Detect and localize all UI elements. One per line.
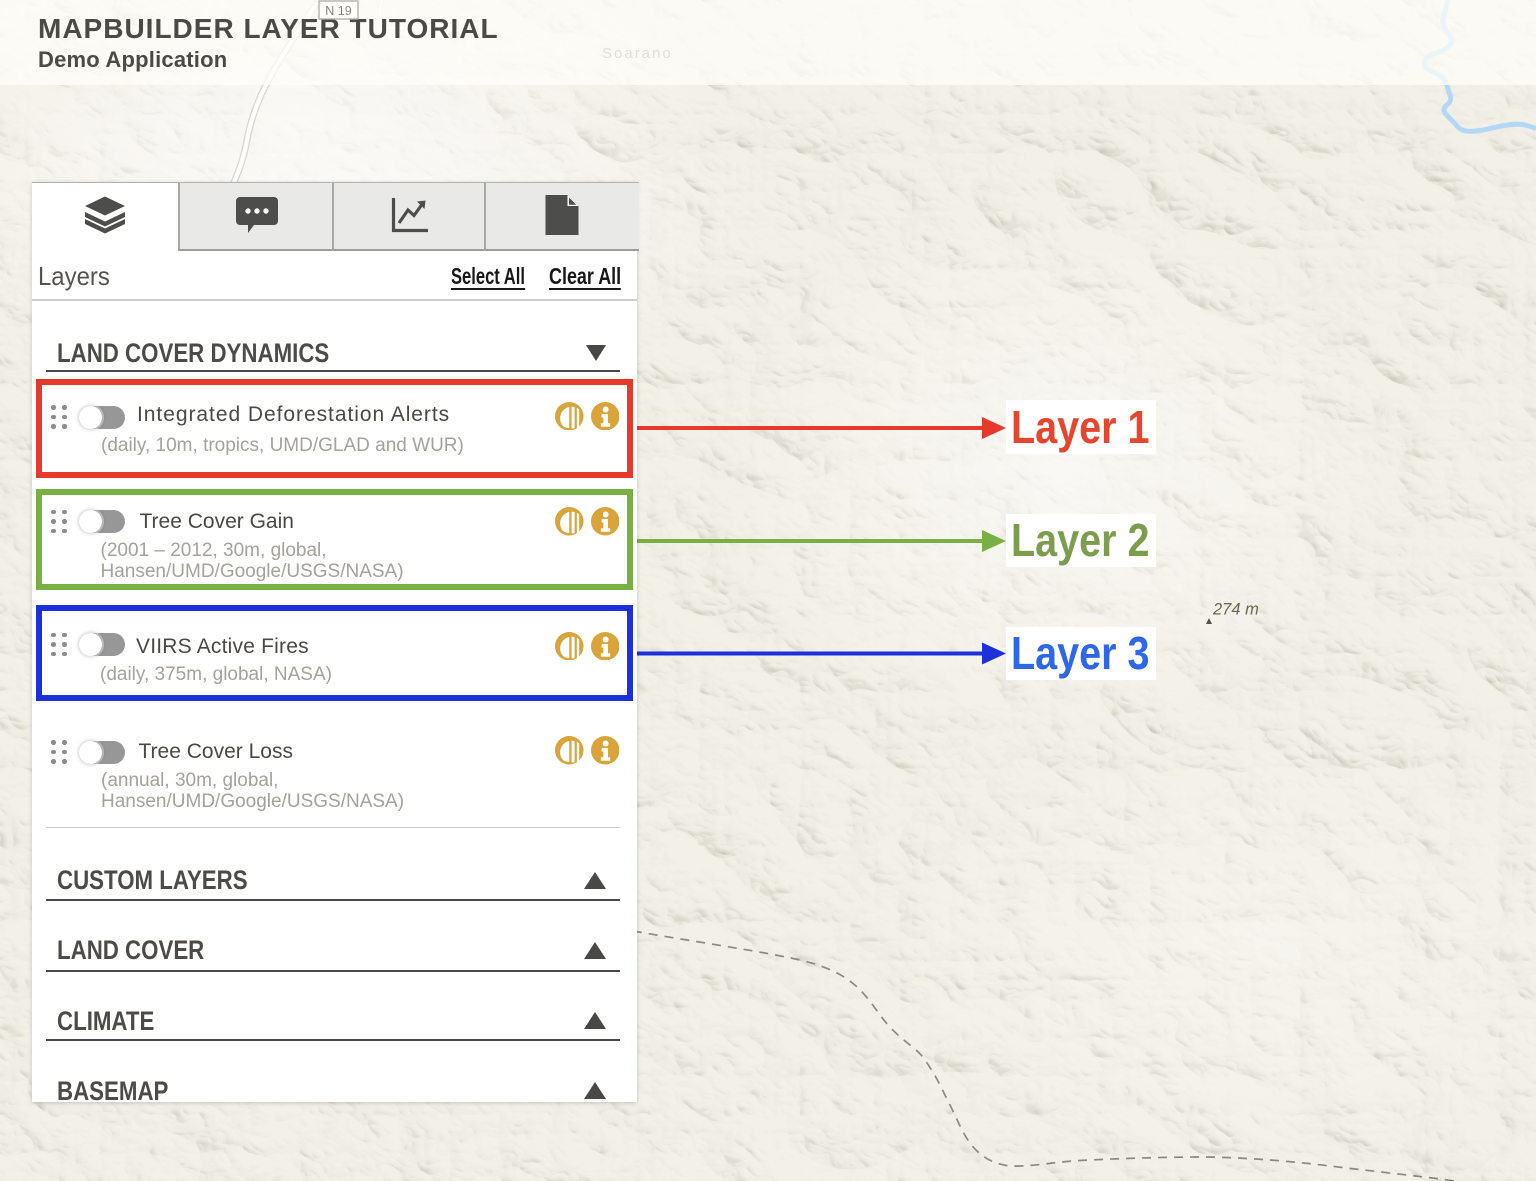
svg-text:274 m: 274 m [1212,601,1259,619]
